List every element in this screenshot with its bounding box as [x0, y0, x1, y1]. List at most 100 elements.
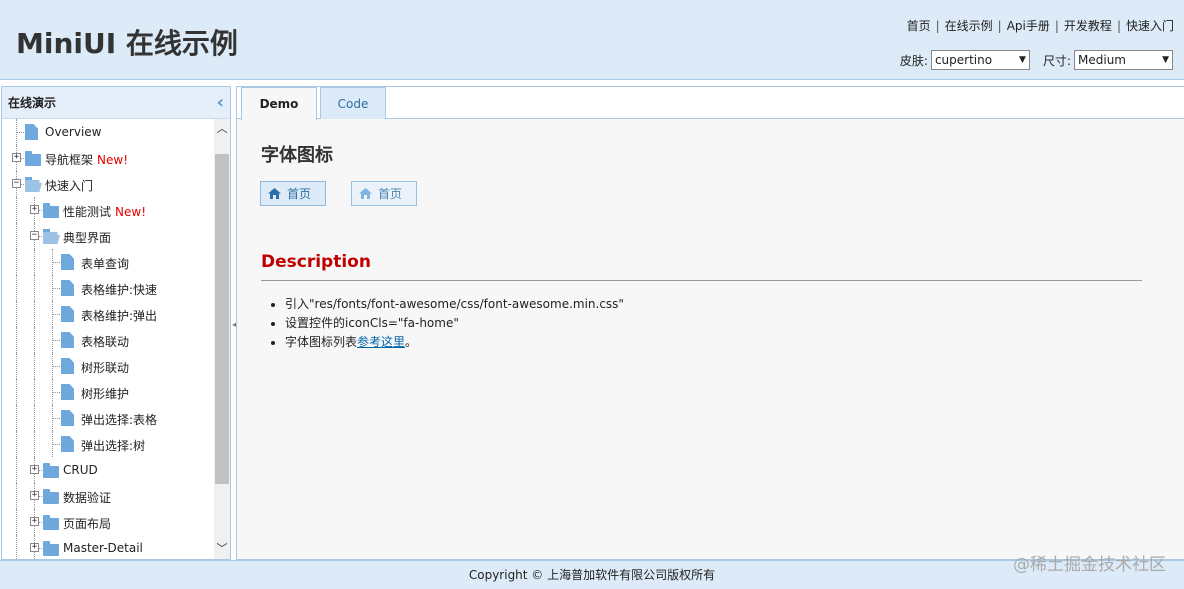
home-icon [359, 188, 372, 199]
tree-node-label: 性能测试 New! [63, 205, 146, 219]
expand-node-icon[interactable]: + [30, 543, 39, 552]
top-nav: 首页 | 在线示例 | Api手册 | 开发教程 | 快速入门 [906, 19, 1174, 33]
tree-node-label: 导航框架 New! [45, 153, 128, 167]
collapse-node-icon[interactable]: − [30, 231, 39, 240]
tab-code[interactable]: Code [320, 87, 386, 119]
file-icon [61, 306, 74, 322]
tree-node-label: 表格维护:弹出 [81, 309, 158, 323]
file-icon [61, 410, 74, 426]
size-label: 尺寸: [1042, 53, 1071, 68]
reference-link[interactable]: 参考这里 [357, 335, 405, 349]
tab-bar: Demo Code [237, 87, 1184, 120]
home-icon [268, 188, 281, 199]
nav-link-home[interactable]: 首页 [907, 19, 931, 33]
nav-link-tutorial[interactable]: 开发教程 [1064, 19, 1112, 33]
description-item-suffix: 。 [405, 335, 418, 349]
home-button[interactable]: 首页 [260, 181, 326, 206]
tree-node-label: 弹出选择:树 [81, 439, 146, 453]
skin-select[interactable]: cupertino ▼ [930, 50, 1030, 70]
tree-node[interactable]: 树形联动 [2, 353, 214, 379]
nav-link-api[interactable]: Api手册 [1007, 19, 1050, 33]
size-select[interactable]: Medium ▼ [1074, 50, 1173, 70]
folder-icon [43, 489, 59, 504]
tree-scrollbar[interactable]: ︿ ﹀ [214, 119, 230, 559]
tree-node[interactable]: − 快速入门 [2, 171, 214, 197]
folder-icon [43, 463, 59, 478]
tree-node[interactable]: 表格维护:快速 [2, 275, 214, 301]
expand-node-icon[interactable]: + [12, 153, 21, 162]
collapse-node-icon[interactable]: − [12, 179, 21, 188]
home-button-label: 首页 [287, 187, 312, 201]
footer: Copyright © 上海普加软件有限公司版权所有 [0, 560, 1184, 589]
new-badge: New! [115, 205, 146, 219]
tree-node[interactable]: + 数据验证 [2, 483, 214, 509]
tree-node-label: CRUD [63, 463, 98, 477]
file-icon [61, 436, 74, 452]
tree-node-label: 表格联动 [81, 335, 130, 349]
skin-select-value: cupertino [934, 53, 993, 67]
tree-node[interactable]: + CRUD [2, 457, 214, 483]
tree-node[interactable]: 树形维护 [2, 379, 214, 405]
tree-node[interactable]: 表格联动 [2, 327, 214, 353]
demo-content: 字体图标 首页 首页 Description 引入"res/fonts/font… [237, 120, 1184, 559]
tree-node[interactable]: + 性能测试 New! [2, 197, 214, 223]
watermark: @稀土掘金技术社区 [1013, 555, 1166, 575]
file-icon [61, 358, 74, 374]
tree-node-label: 弹出选择:表格 [81, 413, 158, 427]
size-select-value: Medium [1078, 53, 1126, 67]
file-icon [61, 332, 74, 348]
skin-label: 皮肤: [899, 53, 928, 68]
folder-icon [43, 515, 59, 530]
scroll-up-icon[interactable]: ︿ [214, 119, 230, 139]
expand-node-icon[interactable]: + [30, 205, 39, 214]
tree-node[interactable]: 弹出选择:表格 [2, 405, 214, 431]
tree-node[interactable]: 表格维护:弹出 [2, 301, 214, 327]
tree-node-label: 页面布局 [63, 517, 112, 531]
description-item-text: 字体图标列表 [285, 335, 358, 349]
expand-node-icon[interactable]: + [30, 491, 39, 500]
nav-tree: Overview + 导航框架 New! − 快速入门 + 性能测试 New! − 典型界面表单查询… [2, 119, 214, 559]
app-title: MiniUI 在线示例 [16, 27, 238, 60]
scroll-thumb[interactable] [215, 154, 229, 484]
chevron-down-icon: ▼ [1019, 55, 1026, 65]
tree-node-label: 树形联动 [81, 361, 130, 375]
tree-node[interactable]: Overview [2, 119, 214, 145]
home-button-disabled[interactable]: 首页 [351, 181, 417, 206]
file-icon [61, 384, 74, 400]
tree-node[interactable]: 表单查询 [2, 249, 214, 275]
description-divider [261, 280, 1142, 281]
sidebar-header: 在线演示 ‹ [2, 87, 230, 119]
collapse-left-icon[interactable]: ‹ [217, 93, 224, 112]
file-icon [61, 280, 74, 296]
expand-node-icon[interactable]: + [30, 517, 39, 526]
sidebar-title: 在线演示 [8, 96, 57, 110]
expand-node-icon[interactable]: + [30, 465, 39, 474]
sidebar: 在线演示 ‹ Overview + 导航框架 New! − 快速入门 + 性能测试 New! − 典… [1, 86, 231, 560]
description-item: 引入"res/fonts/font-awesome/css/font-aweso… [285, 295, 624, 314]
folder-icon [43, 541, 59, 556]
app-header: MiniUI 在线示例 首页 | 在线示例 | Api手册 | 开发教程 | 快速入门 皮肤: … [0, 0, 1184, 80]
tree-node[interactable]: − 典型界面 [2, 223, 214, 249]
theme-selectors: 皮肤: cupertino ▼ 尺寸: Medium ▼ [900, 50, 1173, 70]
tree-node-label: 数据验证 [63, 491, 112, 505]
file-icon [61, 254, 74, 270]
tab-demo[interactable]: Demo [241, 87, 317, 120]
chevron-down-icon: ▼ [1162, 55, 1169, 65]
folder-icon [43, 203, 59, 218]
folder-open-icon [43, 229, 60, 244]
folder-open-icon [25, 177, 42, 192]
tree-node[interactable]: + Master-Detail [2, 535, 214, 559]
nav-link-examples[interactable]: 在线示例 [945, 19, 993, 33]
tree-node-label: 树形维护 [81, 387, 130, 401]
nav-link-quickstart[interactable]: 快速入门 [1126, 19, 1174, 33]
new-badge: New! [97, 153, 128, 167]
tree-node-label: 典型界面 [63, 231, 112, 245]
tree-node[interactable]: 弹出选择:树 [2, 431, 214, 457]
folder-icon [25, 151, 41, 166]
file-icon [25, 124, 38, 140]
tree-node[interactable]: + 页面布局 [2, 509, 214, 535]
tree-node-label: 表格维护:快速 [81, 283, 158, 297]
scroll-down-icon[interactable]: ﹀ [214, 539, 230, 559]
tree-node-label: Master-Detail [63, 541, 143, 555]
tree-node[interactable]: + 导航框架 New! [2, 145, 214, 171]
